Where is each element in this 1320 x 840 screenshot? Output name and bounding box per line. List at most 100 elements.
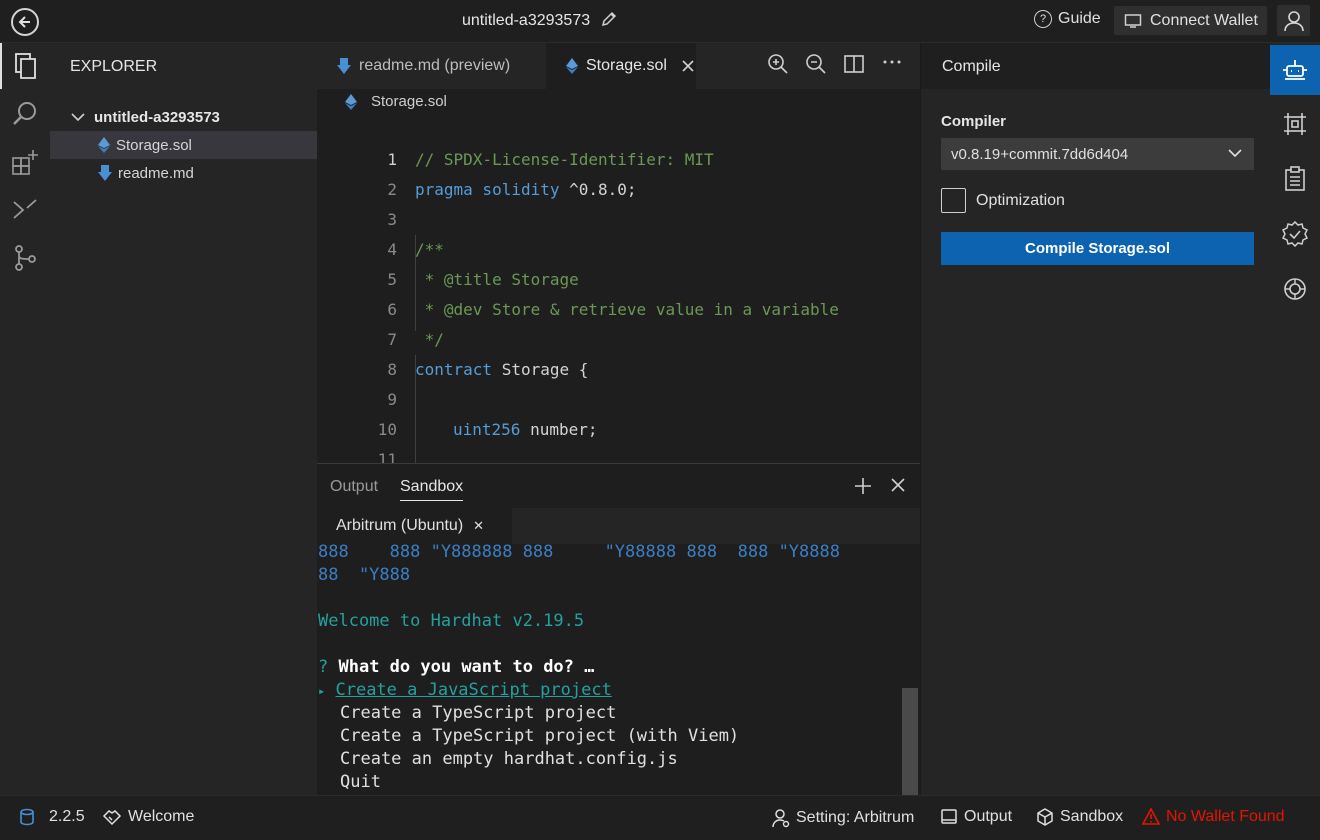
editor-tab-bar: readme.md (preview) Storage.sol (317, 43, 920, 89)
output-window-icon (941, 809, 957, 824)
help-circle-icon: ? (1034, 10, 1052, 28)
compile-panel: Compile Compiler v0.8.19+commit.7dd6d404… (920, 43, 1271, 795)
tree-root-label: untitled-a3293573 (94, 108, 220, 126)
connect-wallet-button[interactable]: Connect Wallet (1114, 6, 1267, 35)
tab-readme-preview[interactable]: readme.md (preview) (317, 43, 546, 89)
code-line: 7 */ (387, 330, 444, 349)
user-settings-icon (772, 809, 790, 828)
chevron-down-icon (71, 113, 85, 122)
compile-header: Compile (921, 43, 1271, 89)
close-panel-icon[interactable] (890, 477, 906, 496)
ethereum-icon (98, 137, 110, 153)
clipboard-icon[interactable] (1270, 154, 1320, 204)
panel-tab-output[interactable]: Output (330, 478, 378, 496)
terminal-tab-bar: Arbitrum (Ubuntu) ✕ (317, 508, 920, 544)
status-bar: 2.2.5 Welcome Setting: Arbitrum Output S… (0, 795, 1320, 840)
tree-root-folder[interactable]: untitled-a3293573 (50, 103, 317, 131)
warning-triangle-icon (1142, 808, 1160, 825)
more-actions-icon[interactable] (881, 51, 903, 78)
markdown-icon (98, 165, 112, 181)
deploy-frame-icon[interactable] (1270, 99, 1320, 149)
terminal-tab-label: Arbitrum (Ubuntu) (336, 517, 464, 534)
source-control-icon[interactable] (0, 235, 50, 281)
tree-file-label: Storage.sol (116, 136, 192, 154)
ai-assistant-icon[interactable] (1270, 264, 1320, 314)
extensions-icon[interactable] (0, 139, 50, 185)
project-title: untitled-a3293573 (462, 12, 591, 29)
zoom-in-icon[interactable] (767, 53, 789, 80)
tree-file-label: readme.md (118, 164, 194, 182)
sandbox-status-label: Sandbox (1060, 808, 1124, 825)
wallet-warning-item[interactable]: No Wallet Found (1142, 808, 1285, 826)
terminal-output[interactable]: 888 888 "Y888888 888 "Y88888 888 888 "Y8… (317, 544, 902, 796)
welcome-label: Welcome (128, 808, 195, 825)
explorer-icon[interactable] (0, 43, 50, 89)
terminal-line: ? What do you want to do? … (318, 657, 595, 677)
terminal-line: Create an empty hardhat.config.js (340, 749, 678, 769)
edit-pencil-icon[interactable] (600, 10, 618, 33)
tab-label: Storage.sol (586, 57, 667, 74)
tree-file-storage-sol[interactable]: Storage.sol (50, 131, 317, 159)
sandbox-status-item[interactable]: Sandbox (1036, 808, 1123, 826)
close-icon[interactable]: ✕ (473, 518, 484, 534)
optimization-checkbox[interactable] (941, 188, 966, 213)
code-editor[interactable]: Storage.sol 1// SPDX-License-Identifier:… (317, 89, 920, 463)
version-label: 2.2.5 (49, 808, 85, 825)
breadcrumb[interactable]: Storage.sol (345, 93, 447, 110)
connect-wallet-label: Connect Wallet (1150, 11, 1258, 29)
guide-button[interactable]: ? Guide (1034, 10, 1101, 28)
split-editor-icon[interactable] (843, 53, 865, 80)
right-rail (1270, 43, 1320, 795)
tab-storage-sol[interactable]: Storage.sol (546, 43, 696, 89)
optimization-label: Optimization (976, 192, 1065, 209)
wallet-warning-label: No Wallet Found (1166, 808, 1285, 825)
output-status-item[interactable]: Output (940, 808, 1012, 826)
user-icon (1283, 10, 1304, 31)
search-icon[interactable] (0, 91, 50, 137)
tree-file-readme[interactable]: readme.md (50, 159, 317, 187)
network-setting-item[interactable]: Setting: Arbitrum (772, 808, 914, 828)
cube-icon (1037, 808, 1053, 826)
breadcrumb-label: Storage.sol (371, 93, 447, 110)
code-line: 4/** (387, 240, 444, 259)
terminal-tab-arbitrum[interactable]: Arbitrum (Ubuntu) ✕ (317, 508, 512, 544)
activity-bar (0, 43, 50, 795)
terminal-line: Quit (340, 772, 381, 792)
terminal-line: Create a TypeScript project (340, 703, 617, 723)
compile-robot-icon[interactable] (1270, 45, 1320, 95)
compiler-version-select[interactable]: v0.8.19+commit.7dd6d404 (941, 138, 1254, 170)
compile-button-label: Compile Storage.sol (1024, 240, 1171, 257)
code-line: 5 * @title Storage (387, 270, 579, 289)
code-line: 12/** (317, 445, 920, 463)
terminal-line: Create a TypeScript project (with Viem) (340, 726, 740, 746)
terminal-scrollbar[interactable] (902, 544, 918, 796)
terminal-line: ▸ Create a JavaScript project (318, 680, 612, 700)
wallet-monitor-icon (1124, 13, 1142, 28)
compile-title: Compile (942, 58, 1001, 75)
code-line: 9 (387, 390, 397, 409)
verified-badge-icon[interactable] (1270, 209, 1320, 259)
welcome-status-item[interactable]: Welcome (102, 808, 194, 826)
markdown-icon (337, 58, 351, 74)
guide-label: Guide (1058, 10, 1101, 27)
close-icon[interactable] (681, 59, 695, 73)
ethereum-icon (566, 58, 578, 74)
code-line: 10 uint256 number; (377, 420, 598, 439)
scrollbar-thumb[interactable] (902, 688, 918, 796)
code-line: 11 (377, 450, 397, 463)
zoom-out-icon[interactable] (805, 53, 827, 80)
explorer-title: EXPLORER (70, 58, 158, 75)
tab-label: readme.md (preview) (359, 57, 511, 74)
account-button[interactable] (1277, 5, 1310, 36)
panel-tab-sandbox[interactable]: Sandbox (400, 478, 464, 501)
terminal-line: 888 888 "Y888888 888 "Y88888 888 888 "Y8… (318, 544, 840, 562)
add-terminal-icon[interactable] (853, 476, 873, 499)
version-indicator[interactable]: 2.2.5 (19, 808, 85, 826)
compare-icon[interactable] (0, 187, 50, 233)
handshake-icon (102, 810, 122, 826)
code-line: 1// SPDX-License-Identifier: MIT (387, 150, 714, 169)
compile-button[interactable]: Compile Storage.sol (941, 232, 1254, 265)
back-arrow-icon[interactable] (11, 8, 39, 36)
code-line: 2 pragma solidity ^0.8.0; (387, 180, 637, 199)
terminal-line: Welcome to Hardhat v2.19.5 (318, 611, 585, 631)
